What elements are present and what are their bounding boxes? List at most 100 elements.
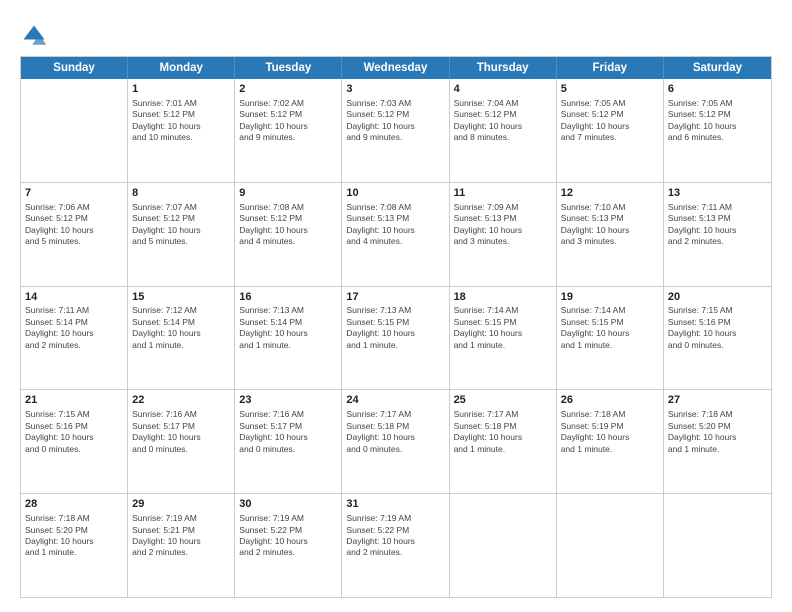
- header-day: Saturday: [664, 57, 771, 79]
- day-info: Sunrise: 7:12 AM Sunset: 5:14 PM Dayligh…: [132, 305, 230, 351]
- calendar-cell: 8Sunrise: 7:07 AM Sunset: 5:12 PM Daylig…: [128, 183, 235, 286]
- calendar-cell: 29Sunrise: 7:19 AM Sunset: 5:21 PM Dayli…: [128, 494, 235, 597]
- calendar-cell: 20Sunrise: 7:15 AM Sunset: 5:16 PM Dayli…: [664, 287, 771, 390]
- day-number: 15: [132, 290, 230, 305]
- day-info: Sunrise: 7:19 AM Sunset: 5:21 PM Dayligh…: [132, 513, 230, 559]
- day-number: 17: [346, 290, 444, 305]
- day-number: 11: [454, 186, 552, 201]
- day-info: Sunrise: 7:08 AM Sunset: 5:13 PM Dayligh…: [346, 202, 444, 248]
- calendar-cell: 4Sunrise: 7:04 AM Sunset: 5:12 PM Daylig…: [450, 79, 557, 182]
- day-info: Sunrise: 7:16 AM Sunset: 5:17 PM Dayligh…: [239, 409, 337, 455]
- header-day: Monday: [128, 57, 235, 79]
- day-info: Sunrise: 7:18 AM Sunset: 5:20 PM Dayligh…: [668, 409, 767, 455]
- calendar-cell: 28Sunrise: 7:18 AM Sunset: 5:20 PM Dayli…: [21, 494, 128, 597]
- calendar-week-row: 14Sunrise: 7:11 AM Sunset: 5:14 PM Dayli…: [21, 287, 771, 391]
- calendar-cell: 6Sunrise: 7:05 AM Sunset: 5:12 PM Daylig…: [664, 79, 771, 182]
- logo: [20, 22, 52, 50]
- calendar-cell: 22Sunrise: 7:16 AM Sunset: 5:17 PM Dayli…: [128, 390, 235, 493]
- calendar-week-row: 1Sunrise: 7:01 AM Sunset: 5:12 PM Daylig…: [21, 79, 771, 183]
- day-info: Sunrise: 7:15 AM Sunset: 5:16 PM Dayligh…: [25, 409, 123, 455]
- day-info: Sunrise: 7:14 AM Sunset: 5:15 PM Dayligh…: [561, 305, 659, 351]
- day-info: Sunrise: 7:19 AM Sunset: 5:22 PM Dayligh…: [239, 513, 337, 559]
- calendar-cell: 17Sunrise: 7:13 AM Sunset: 5:15 PM Dayli…: [342, 287, 449, 390]
- calendar: SundayMondayTuesdayWednesdayThursdayFrid…: [20, 56, 772, 598]
- header: [20, 18, 772, 50]
- day-number: 29: [132, 497, 230, 512]
- calendar-cell: 27Sunrise: 7:18 AM Sunset: 5:20 PM Dayli…: [664, 390, 771, 493]
- day-info: Sunrise: 7:06 AM Sunset: 5:12 PM Dayligh…: [25, 202, 123, 248]
- day-info: Sunrise: 7:11 AM Sunset: 5:13 PM Dayligh…: [668, 202, 767, 248]
- day-info: Sunrise: 7:02 AM Sunset: 5:12 PM Dayligh…: [239, 98, 337, 144]
- day-number: 24: [346, 393, 444, 408]
- calendar-cell: 7Sunrise: 7:06 AM Sunset: 5:12 PM Daylig…: [21, 183, 128, 286]
- calendar-cell: 14Sunrise: 7:11 AM Sunset: 5:14 PM Dayli…: [21, 287, 128, 390]
- calendar-cell: 30Sunrise: 7:19 AM Sunset: 5:22 PM Dayli…: [235, 494, 342, 597]
- day-number: 23: [239, 393, 337, 408]
- calendar-cell: 21Sunrise: 7:15 AM Sunset: 5:16 PM Dayli…: [21, 390, 128, 493]
- day-number: 1: [132, 82, 230, 97]
- header-day: Wednesday: [342, 57, 449, 79]
- calendar-cell: 15Sunrise: 7:12 AM Sunset: 5:14 PM Dayli…: [128, 287, 235, 390]
- calendar-week-row: 7Sunrise: 7:06 AM Sunset: 5:12 PM Daylig…: [21, 183, 771, 287]
- calendar-week-row: 28Sunrise: 7:18 AM Sunset: 5:20 PM Dayli…: [21, 494, 771, 597]
- day-number: 14: [25, 290, 123, 305]
- day-info: Sunrise: 7:03 AM Sunset: 5:12 PM Dayligh…: [346, 98, 444, 144]
- day-number: 21: [25, 393, 123, 408]
- day-info: Sunrise: 7:04 AM Sunset: 5:12 PM Dayligh…: [454, 98, 552, 144]
- calendar-cell: 9Sunrise: 7:08 AM Sunset: 5:12 PM Daylig…: [235, 183, 342, 286]
- day-number: 28: [25, 497, 123, 512]
- calendar-cell: 10Sunrise: 7:08 AM Sunset: 5:13 PM Dayli…: [342, 183, 449, 286]
- calendar-cell: 24Sunrise: 7:17 AM Sunset: 5:18 PM Dayli…: [342, 390, 449, 493]
- day-info: Sunrise: 7:01 AM Sunset: 5:12 PM Dayligh…: [132, 98, 230, 144]
- logo-icon: [20, 22, 48, 50]
- calendar-cell: 16Sunrise: 7:13 AM Sunset: 5:14 PM Dayli…: [235, 287, 342, 390]
- day-info: Sunrise: 7:09 AM Sunset: 5:13 PM Dayligh…: [454, 202, 552, 248]
- day-number: 4: [454, 82, 552, 97]
- day-number: 7: [25, 186, 123, 201]
- calendar-cell: 23Sunrise: 7:16 AM Sunset: 5:17 PM Dayli…: [235, 390, 342, 493]
- day-info: Sunrise: 7:16 AM Sunset: 5:17 PM Dayligh…: [132, 409, 230, 455]
- calendar-cell: [450, 494, 557, 597]
- day-number: 22: [132, 393, 230, 408]
- day-number: 31: [346, 497, 444, 512]
- calendar-cell: 11Sunrise: 7:09 AM Sunset: 5:13 PM Dayli…: [450, 183, 557, 286]
- day-number: 30: [239, 497, 337, 512]
- day-number: 6: [668, 82, 767, 97]
- day-number: 26: [561, 393, 659, 408]
- calendar-cell: 26Sunrise: 7:18 AM Sunset: 5:19 PM Dayli…: [557, 390, 664, 493]
- day-info: Sunrise: 7:07 AM Sunset: 5:12 PM Dayligh…: [132, 202, 230, 248]
- day-info: Sunrise: 7:17 AM Sunset: 5:18 PM Dayligh…: [454, 409, 552, 455]
- day-info: Sunrise: 7:18 AM Sunset: 5:20 PM Dayligh…: [25, 513, 123, 559]
- day-number: 18: [454, 290, 552, 305]
- calendar-cell: 5Sunrise: 7:05 AM Sunset: 5:12 PM Daylig…: [557, 79, 664, 182]
- day-number: 2: [239, 82, 337, 97]
- calendar-cell: [557, 494, 664, 597]
- day-info: Sunrise: 7:18 AM Sunset: 5:19 PM Dayligh…: [561, 409, 659, 455]
- day-info: Sunrise: 7:14 AM Sunset: 5:15 PM Dayligh…: [454, 305, 552, 351]
- day-number: 13: [668, 186, 767, 201]
- header-day: Sunday: [21, 57, 128, 79]
- day-number: 10: [346, 186, 444, 201]
- calendar-cell: 2Sunrise: 7:02 AM Sunset: 5:12 PM Daylig…: [235, 79, 342, 182]
- day-number: 19: [561, 290, 659, 305]
- day-number: 25: [454, 393, 552, 408]
- day-info: Sunrise: 7:17 AM Sunset: 5:18 PM Dayligh…: [346, 409, 444, 455]
- calendar-week-row: 21Sunrise: 7:15 AM Sunset: 5:16 PM Dayli…: [21, 390, 771, 494]
- day-info: Sunrise: 7:19 AM Sunset: 5:22 PM Dayligh…: [346, 513, 444, 559]
- day-info: Sunrise: 7:11 AM Sunset: 5:14 PM Dayligh…: [25, 305, 123, 351]
- header-day: Thursday: [450, 57, 557, 79]
- day-number: 3: [346, 82, 444, 97]
- day-number: 27: [668, 393, 767, 408]
- header-day: Friday: [557, 57, 664, 79]
- calendar-cell: 1Sunrise: 7:01 AM Sunset: 5:12 PM Daylig…: [128, 79, 235, 182]
- day-info: Sunrise: 7:13 AM Sunset: 5:14 PM Dayligh…: [239, 305, 337, 351]
- day-info: Sunrise: 7:15 AM Sunset: 5:16 PM Dayligh…: [668, 305, 767, 351]
- calendar-cell: [21, 79, 128, 182]
- page: SundayMondayTuesdayWednesdayThursdayFrid…: [0, 0, 792, 612]
- day-number: 8: [132, 186, 230, 201]
- calendar-cell: 18Sunrise: 7:14 AM Sunset: 5:15 PM Dayli…: [450, 287, 557, 390]
- calendar-cell: 13Sunrise: 7:11 AM Sunset: 5:13 PM Dayli…: [664, 183, 771, 286]
- calendar-cell: 25Sunrise: 7:17 AM Sunset: 5:18 PM Dayli…: [450, 390, 557, 493]
- day-number: 12: [561, 186, 659, 201]
- day-info: Sunrise: 7:13 AM Sunset: 5:15 PM Dayligh…: [346, 305, 444, 351]
